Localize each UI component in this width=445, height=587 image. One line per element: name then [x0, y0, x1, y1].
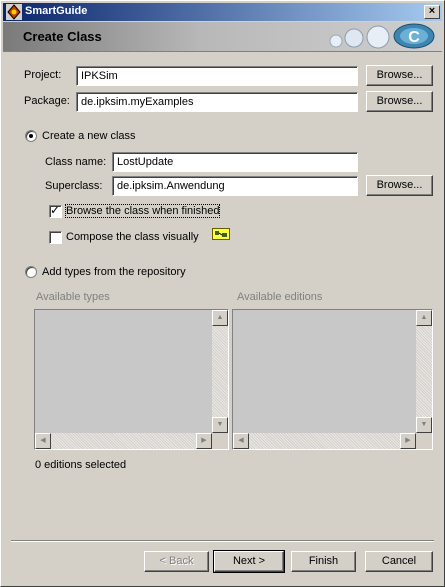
visual-composer-icon: [212, 228, 230, 240]
project-field[interactable]: IPKSim: [76, 66, 358, 86]
scroll-up-arrow-icon[interactable]: ▲: [416, 310, 432, 326]
class-name-field[interactable]: LostUpdate: [112, 152, 358, 172]
scroll-left-arrow-icon[interactable]: ◀: [35, 433, 51, 449]
radio-selected-dot: [29, 134, 33, 138]
scroll-corner: [212, 433, 228, 449]
bubbles-logo-icon: C: [329, 23, 435, 49]
smartguide-window: SmartGuide × Create Class C Project: IPK…: [0, 0, 445, 587]
logo-letter: C: [408, 29, 420, 46]
window-title: SmartGuide: [25, 5, 88, 17]
superclass-browse-button[interactable]: Browse...: [366, 175, 433, 196]
available-types-label: Available types: [36, 291, 110, 303]
finish-button[interactable]: Finish: [291, 551, 356, 572]
browse-when-finished-checkbox[interactable]: ✓: [49, 203, 62, 218]
scroll-right-arrow-icon[interactable]: ▶: [400, 433, 416, 449]
create-new-class-label[interactable]: Create a new class: [42, 130, 136, 142]
editions-vertical-scrollbar[interactable]: ▲ ▼: [416, 310, 432, 433]
available-editions-label: Available editions: [237, 291, 323, 303]
create-new-class-radio[interactable]: [25, 130, 37, 142]
wizard-banner: Create Class C: [3, 22, 442, 52]
compose-visually-label[interactable]: Compose the class visually: [66, 231, 199, 243]
app-icon: [6, 4, 22, 20]
button-separator: [11, 540, 434, 542]
back-button[interactable]: < Back: [144, 551, 209, 572]
superclass-label: Superclass:: [45, 180, 103, 192]
project-browse-button[interactable]: Browse...: [366, 65, 433, 86]
title-bar[interactable]: SmartGuide ×: [3, 3, 442, 21]
compose-visually-checkbox[interactable]: [49, 231, 62, 244]
types-horizontal-scrollbar[interactable]: ◀ ▶: [35, 433, 212, 449]
add-from-repository-label[interactable]: Add types from the repository: [42, 266, 186, 278]
close-button[interactable]: ×: [424, 5, 440, 19]
scroll-corner: [416, 433, 432, 449]
superclass-field[interactable]: de.ipksim.Anwendung: [112, 176, 358, 196]
add-from-repository-radio[interactable]: [25, 266, 37, 278]
scroll-left-arrow-icon[interactable]: ◀: [233, 433, 249, 449]
scroll-right-arrow-icon[interactable]: ▶: [196, 433, 212, 449]
close-icon: ×: [428, 5, 436, 17]
package-field[interactable]: de.ipksim.myExamples: [76, 92, 358, 112]
next-button[interactable]: Next >: [213, 550, 285, 573]
scroll-down-arrow-icon[interactable]: ▼: [416, 417, 432, 433]
available-editions-list[interactable]: ▲ ▼ ◀ ▶: [232, 309, 433, 450]
scroll-up-arrow-icon[interactable]: ▲: [212, 310, 228, 326]
status-text: 0 editions selected: [35, 459, 127, 471]
cancel-button[interactable]: Cancel: [365, 551, 433, 572]
project-label: Project:: [24, 69, 62, 81]
package-label: Package:: [24, 95, 70, 107]
editions-horizontal-scrollbar[interactable]: ◀ ▶: [233, 433, 416, 449]
types-vertical-scrollbar[interactable]: ▲ ▼: [212, 310, 228, 433]
browse-when-finished-label[interactable]: Browse the class when finished: [64, 204, 221, 218]
available-types-list[interactable]: ▲ ▼ ◀ ▶: [34, 309, 229, 450]
page-title: Create Class: [23, 29, 102, 44]
checkmark-icon: ✓: [50, 203, 61, 217]
class-name-label: Class name:: [45, 156, 107, 168]
package-browse-button[interactable]: Browse...: [366, 91, 433, 112]
scroll-down-arrow-icon[interactable]: ▼: [212, 417, 228, 433]
